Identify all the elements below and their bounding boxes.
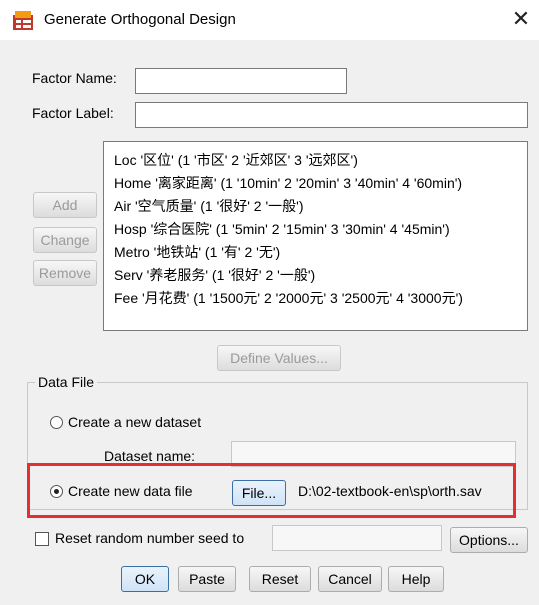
dataset-name-label: Dataset name: <box>104 448 196 464</box>
cancel-button[interactable]: Cancel <box>318 566 382 592</box>
list-item[interactable]: Metro '地铁站' (1 '有' 2 '无') <box>114 242 280 262</box>
create-dataset-radio[interactable] <box>50 416 63 429</box>
ok-button[interactable]: OK <box>121 566 169 592</box>
factor-name-label: Factor Name: <box>32 70 117 86</box>
factor-label-input[interactable] <box>135 102 528 128</box>
factor-list[interactable]: Loc '区位' (1 '市区' 2 '近郊区' 3 '远郊区') Home '… <box>103 141 528 331</box>
options-button[interactable]: Options... <box>450 527 528 553</box>
help-button[interactable]: Help <box>388 566 444 592</box>
data-file-group-title: Data File <box>35 374 98 390</box>
reset-seed-label[interactable]: Reset random number seed to <box>55 530 244 546</box>
reset-button[interactable]: Reset <box>249 566 311 592</box>
list-item[interactable]: Air '空气质量' (1 '很好' 2 '一般') <box>114 196 304 216</box>
close-icon[interactable]: ✕ <box>508 6 534 32</box>
list-item[interactable]: Fee '月花费' (1 '1500元' 2 '2000元' 3 '2500元'… <box>114 288 463 308</box>
factor-label-label: Factor Label: <box>32 105 114 121</box>
highlight-box <box>27 463 516 518</box>
window-title: Generate Orthogonal Design <box>44 11 236 28</box>
add-button[interactable]: Add <box>33 192 97 218</box>
spss-dataset-icon <box>13 11 33 30</box>
remove-button[interactable]: Remove <box>33 260 97 286</box>
list-item[interactable]: Serv '养老服务' (1 '很好' 2 '一般') <box>114 265 315 285</box>
seed-value-input[interactable] <box>272 525 442 551</box>
list-item[interactable]: Home '离家距离' (1 '10min' 2 '20min' 3 '40mi… <box>114 173 462 193</box>
create-dataset-label[interactable]: Create a new dataset <box>68 414 201 430</box>
define-values-button[interactable]: Define Values... <box>217 345 341 371</box>
change-button[interactable]: Change <box>33 227 97 253</box>
reset-seed-checkbox[interactable] <box>35 532 49 546</box>
factor-name-input[interactable] <box>135 68 347 94</box>
list-item[interactable]: Hosp '综合医院' (1 '5min' 2 '15min' 3 '30min… <box>114 219 450 239</box>
paste-button[interactable]: Paste <box>178 566 236 592</box>
list-item[interactable]: Loc '区位' (1 '市区' 2 '近郊区' 3 '远郊区') <box>114 150 358 170</box>
